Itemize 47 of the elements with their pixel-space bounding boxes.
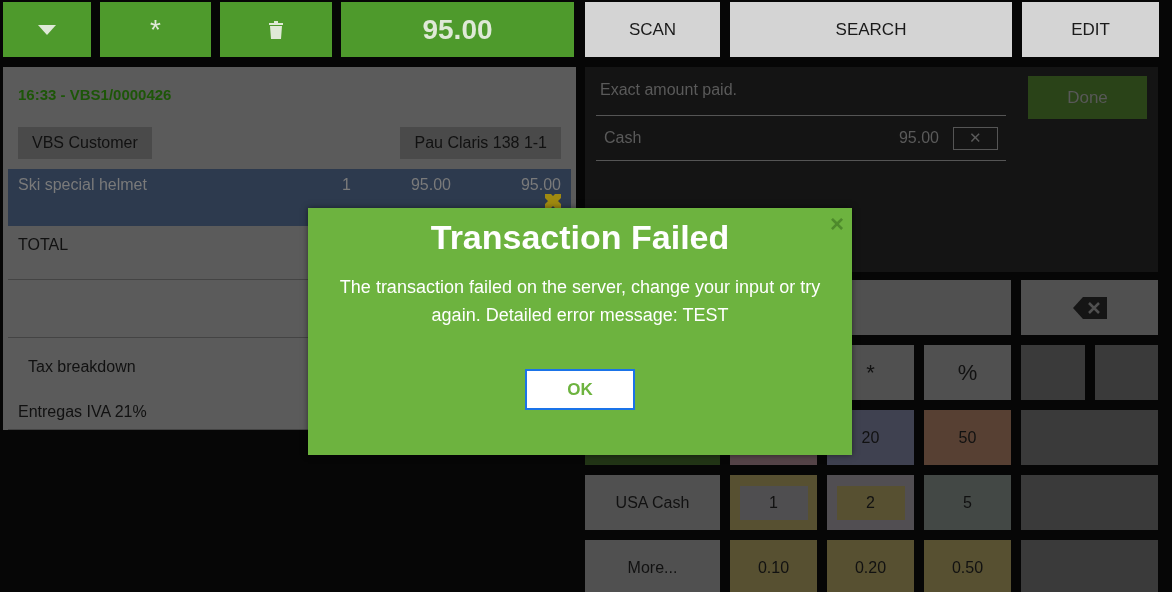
toolbar-button[interactable]: SEARCH: [730, 2, 1012, 57]
customer-button[interactable]: VBS Customer: [18, 127, 152, 160]
remove-button[interactable]: ✕: [953, 126, 998, 150]
ok-button[interactable]: OK: [525, 369, 635, 410]
key[interactable]: USA Cash: [585, 475, 720, 530]
dialog-message: The transaction failed on the server, change your input or try again. Detailed error message: TEST: [338, 276, 822, 327]
trash-icon: [269, 20, 283, 39]
item-price: 95.00: [409, 176, 451, 195]
key[interactable]: %: [924, 345, 1011, 400]
item-name: Ski special helmet: [18, 176, 148, 196]
amount-field[interactable]: [852, 280, 1011, 335]
key[interactable]: [1021, 475, 1158, 530]
payment-amount: 95.00: [898, 129, 939, 147]
cash-key[interactable]: 1: [730, 475, 817, 530]
asterisk-button[interactable]: *: [100, 2, 211, 57]
key[interactable]: [1021, 345, 1085, 400]
tax-row-label: Entregas IVA 21%: [18, 403, 147, 420]
key[interactable]: 0.20: [827, 540, 914, 592]
backspace-button[interactable]: [1021, 280, 1158, 335]
ticket-header: 16:33 - VBS1/0000426: [17, 85, 173, 105]
total-display[interactable]: 95.00: [341, 2, 574, 57]
backspace-icon: [1072, 296, 1107, 319]
item-quantity: 1: [341, 176, 351, 195]
payment-method: Cash: [604, 129, 642, 147]
close-button[interactable]: ×: [830, 212, 844, 236]
address-button[interactable]: Pau Claris 138 1-1: [400, 127, 561, 160]
tools-icon: [545, 194, 561, 209]
tax-title: Tax breakdown: [27, 356, 137, 377]
key[interactable]: 0.50: [924, 540, 1011, 592]
key[interactable]: 50: [924, 410, 1011, 465]
total-label: TOTAL: [18, 236, 69, 254]
item-total: 95.00: [519, 176, 561, 195]
key[interactable]: [1021, 540, 1158, 592]
caret-icon: [38, 24, 56, 35]
coin-label: 2: [836, 485, 905, 520]
coin-label: 1: [739, 485, 808, 520]
key[interactable]: More...: [585, 540, 720, 592]
key[interactable]: [1094, 345, 1158, 400]
dropdown-button[interactable]: [3, 2, 91, 57]
key[interactable]: 0.10: [730, 540, 817, 592]
delete-button[interactable]: [220, 2, 332, 57]
done-button[interactable]: Done: [1028, 76, 1147, 119]
toolbar-button[interactable]: SCAN: [585, 2, 720, 57]
payment-message: Exact amount paid.: [600, 81, 737, 98]
key[interactable]: [1021, 410, 1158, 465]
toolbar-button[interactable]: EDIT: [1022, 2, 1159, 57]
cash-key[interactable]: 2: [827, 475, 914, 530]
